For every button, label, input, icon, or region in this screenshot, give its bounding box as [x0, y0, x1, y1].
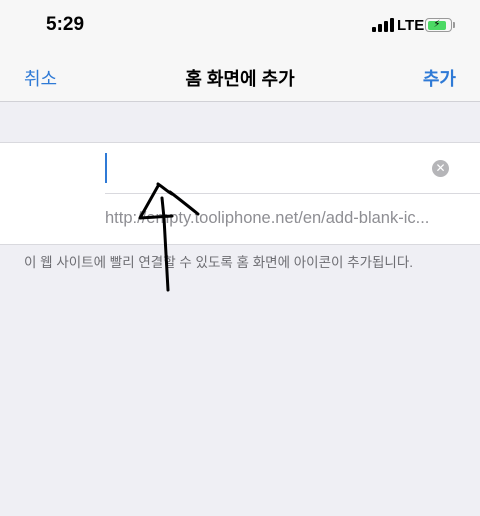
page-title: 홈 화면에 추가: [185, 69, 295, 89]
navigation-bar: 취소 홈 화면에 추가 추가: [0, 50, 480, 102]
battery-tip: [453, 22, 455, 28]
handwritten-scribble: [138, 182, 200, 292]
charging-bolt-icon: ⚡: [433, 18, 441, 30]
signal-strength-icon: [372, 18, 394, 32]
battery-level-fill: ⚡: [427, 18, 447, 30]
text-cursor: [105, 153, 107, 183]
network-type: LTE: [397, 17, 425, 34]
bookmark-form: ✕ http://empty.tooliphone.net/en/add-bla…: [0, 142, 480, 245]
status-time: 5:29: [46, 14, 85, 35]
add-button[interactable]: 추가: [423, 65, 456, 91]
description-text: 이 웹 사이트에 빨리 연결할 수 있도록 홈 화면에 아이콘이 추가됩니다.: [24, 255, 414, 270]
status-bar: 5:29 LTE ⚡: [0, 0, 480, 50]
clear-text-button[interactable]: ✕: [432, 160, 449, 177]
battery-icon: ⚡: [425, 18, 452, 32]
